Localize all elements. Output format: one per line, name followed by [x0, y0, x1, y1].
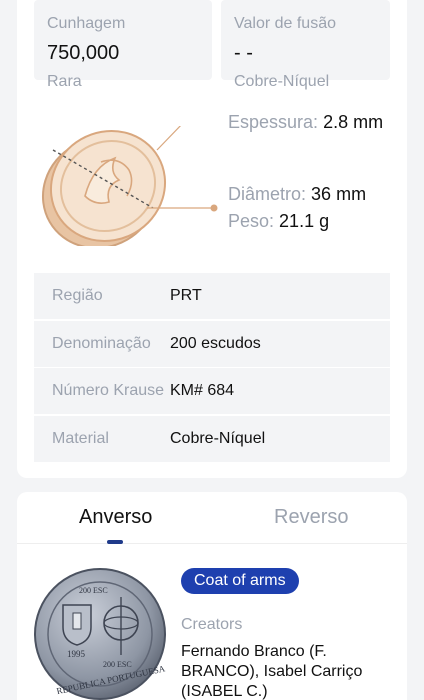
coin-sides-card: Anverso Reverso 1995 200 ESC 200 ESC REP… [17, 492, 407, 700]
mintage-stat: Cunhagem 750,000 Rara [34, 0, 212, 90]
attribute-key: Denominação [52, 334, 151, 352]
attribute-value: Cobre-Níquel [170, 429, 266, 447]
attribute-key: Região [52, 287, 103, 304]
attributes-table: Região PRT Denominação 200 escudos Númer… [34, 273, 390, 463]
attribute-row-denomination: Denominação 200 escudos [34, 320, 390, 367]
creators-label: Creators [181, 616, 243, 633]
thickness-text: Espessura: 2.8 mm [228, 112, 383, 133]
diameter-value: 36 mm [311, 184, 367, 204]
melt-material: Cobre-Níquel [234, 73, 330, 90]
tab-obverse[interactable]: Anverso [79, 506, 152, 529]
side-tabs: Anverso Reverso [17, 492, 407, 544]
attribute-row-material: Material Cobre-Níquel [34, 415, 390, 462]
weight-value: 21.1 g [279, 211, 330, 231]
coin-value-top: 200 ESC [79, 586, 108, 595]
attribute-value: 200 escudos [170, 334, 261, 352]
diameter-text: Diâmetro: 36 mm [228, 184, 366, 205]
attribute-key: Material [52, 429, 109, 447]
melt-value: - - [234, 42, 253, 64]
attribute-value: KM# 684 [170, 382, 235, 399]
tab-reverse[interactable]: Reverso [274, 506, 348, 529]
design-badge[interactable]: Coat of arms [181, 568, 299, 594]
coin-obverse-image[interactable]: 1995 200 ESC 200 ESC REPUBLICA PORTUGUES… [33, 567, 167, 700]
attribute-key: Número Krause [52, 382, 165, 399]
diameter-label: Diâmetro: [228, 184, 307, 204]
mintage-value: 750,000 [47, 42, 120, 64]
active-tab-indicator [107, 540, 123, 544]
rarity-label: Rara [47, 73, 82, 90]
creators-value: Fernando Branco (F. BRANCO), Isabel Carr… [181, 643, 363, 700]
melt-value-stat: Valor de fusão - - Cobre-Níquel [221, 0, 390, 90]
coin-year: 1995 [67, 649, 86, 659]
thickness-label: Espessura: [228, 112, 319, 132]
attribute-row-krause: Número Krause KM# 684 [34, 368, 390, 414]
weight-text: Peso: 21.1 g [228, 211, 329, 232]
thickness-value: 2.8 mm [323, 112, 384, 132]
attribute-value: PRT [170, 287, 202, 304]
melt-value-label: Valor de fusão [234, 15, 336, 32]
weight-label: Peso: [228, 211, 275, 231]
coin-details-card: Cunhagem 750,000 Rara Valor de fusão - -… [17, 0, 407, 478]
coin-dimensions-diagram: Espessura: 2.8 mm Diâmetro: 36 mm Peso: … [17, 112, 407, 246]
coin-value-bottom: 200 ESC [103, 660, 132, 669]
mintage-label: Cunhagem [47, 15, 126, 32]
attribute-row-region: Região PRT [34, 273, 390, 319]
